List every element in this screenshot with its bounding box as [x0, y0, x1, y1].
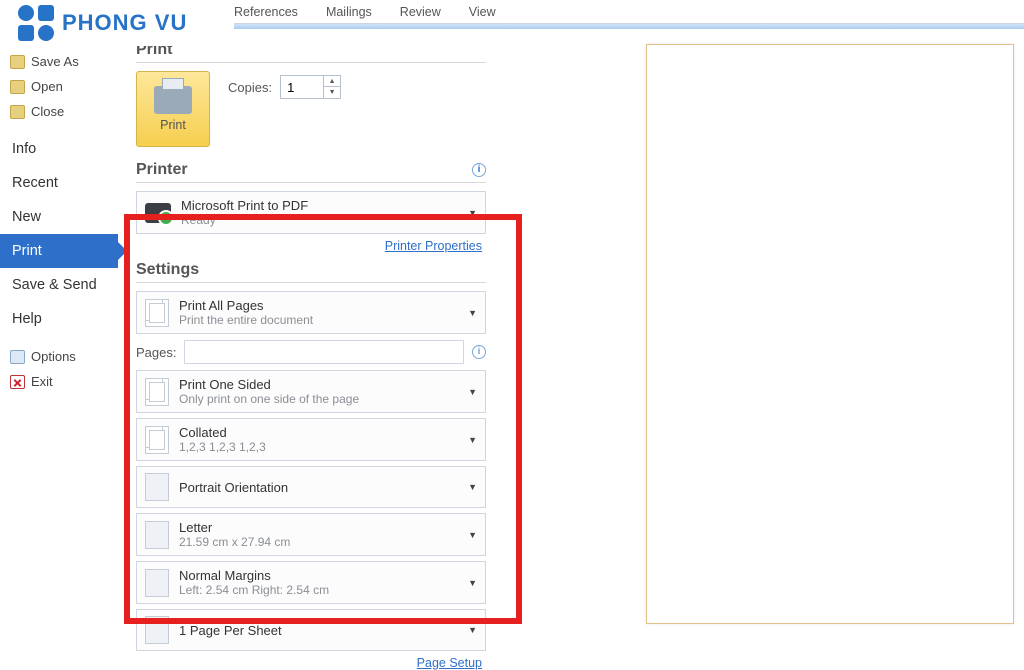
copies-up[interactable]: ▲	[324, 76, 340, 87]
tab-mailings[interactable]: Mailings	[326, 5, 372, 19]
folder-open-icon	[10, 80, 25, 94]
printer-properties-link[interactable]: Printer Properties	[136, 239, 482, 253]
chevron-down-icon: ▼	[468, 308, 477, 318]
pages-label: Pages:	[136, 345, 176, 360]
collate-dropdown[interactable]: Collated1,2,3 1,2,3 1,2,3 ▼	[136, 418, 486, 461]
orientation-dropdown[interactable]: Portrait Orientation ▼	[136, 466, 486, 508]
backstage-nav: Save As Open Close Info Recent New Print…	[0, 29, 118, 640]
chevron-down-icon: ▼	[468, 435, 477, 445]
info-icon[interactable]: i	[472, 163, 486, 177]
printer-header: Printeri	[136, 161, 486, 183]
page-setup-link[interactable]: Page Setup	[136, 656, 482, 670]
single-side-icon	[145, 378, 169, 406]
chevron-down-icon: ▼	[468, 625, 477, 635]
chevron-down-icon: ▼	[468, 482, 477, 492]
logo-text: PHONG VU	[62, 10, 187, 36]
nav-recent[interactable]: Recent	[0, 166, 118, 200]
nav-new[interactable]: New	[0, 200, 118, 234]
sided-dropdown[interactable]: Print One SidedOnly print on one side of…	[136, 370, 486, 413]
margins-dropdown[interactable]: Normal MarginsLeft: 2.54 cm Right: 2.54 …	[136, 561, 486, 604]
portrait-icon	[145, 473, 169, 501]
copies-spinner[interactable]: ▲ ▼	[280, 75, 341, 99]
nav-exit[interactable]: Exit	[0, 369, 118, 394]
tab-review[interactable]: Review	[400, 5, 441, 19]
pages-icon	[145, 299, 169, 327]
info-icon[interactable]: i	[472, 345, 486, 359]
chevron-down-icon: ▼	[468, 530, 477, 540]
logo-icon	[18, 5, 54, 41]
print-panel: Print Print Copies: ▲ ▼ Printeri Microso…	[118, 29, 498, 640]
chevron-down-icon: ▼	[468, 578, 477, 588]
copies-down[interactable]: ▼	[324, 87, 340, 98]
paper-icon	[145, 521, 169, 549]
nav-options[interactable]: Options	[0, 344, 118, 369]
options-icon	[10, 350, 25, 364]
margins-icon	[145, 569, 169, 597]
brand-logo: PHONG VU	[0, 0, 234, 46]
printer-status: Ready	[181, 213, 308, 227]
nav-save-send[interactable]: Save & Send	[0, 268, 118, 302]
nav-print[interactable]: Print	[0, 234, 118, 268]
chevron-down-icon: ▼	[468, 208, 477, 218]
tab-references[interactable]: References	[234, 5, 298, 19]
nav-save-as[interactable]: Save As	[0, 49, 118, 74]
paper-size-dropdown[interactable]: Letter21.59 cm x 27.94 cm ▼	[136, 513, 486, 556]
copies-label: Copies:	[228, 80, 272, 95]
printer-icon	[154, 86, 192, 114]
page-preview	[646, 44, 1014, 624]
copies-input[interactable]	[281, 76, 323, 98]
folder-icon	[10, 105, 25, 119]
exit-icon	[10, 375, 25, 389]
nav-open[interactable]: Open	[0, 74, 118, 99]
nav-close[interactable]: Close	[0, 99, 118, 124]
pages-input[interactable]	[184, 340, 464, 364]
tab-view[interactable]: View	[469, 5, 496, 19]
collate-icon	[145, 426, 169, 454]
chevron-down-icon: ▼	[468, 387, 477, 397]
print-button[interactable]: Print	[136, 71, 210, 147]
pages-per-sheet-dropdown[interactable]: 1 Page Per Sheet ▼	[136, 609, 486, 651]
nav-info[interactable]: Info	[0, 132, 118, 166]
print-scope-dropdown[interactable]: Print All Pages Print the entire documen…	[136, 291, 486, 334]
print-button-label: Print	[160, 118, 186, 132]
nav-help[interactable]: Help	[0, 302, 118, 336]
floppy-icon	[10, 55, 25, 69]
settings-header: Settings	[136, 261, 486, 283]
printer-name: Microsoft Print to PDF	[181, 198, 308, 213]
printer-status-icon	[145, 203, 171, 223]
printer-dropdown[interactable]: Microsoft Print to PDF Ready ▼	[136, 191, 486, 234]
